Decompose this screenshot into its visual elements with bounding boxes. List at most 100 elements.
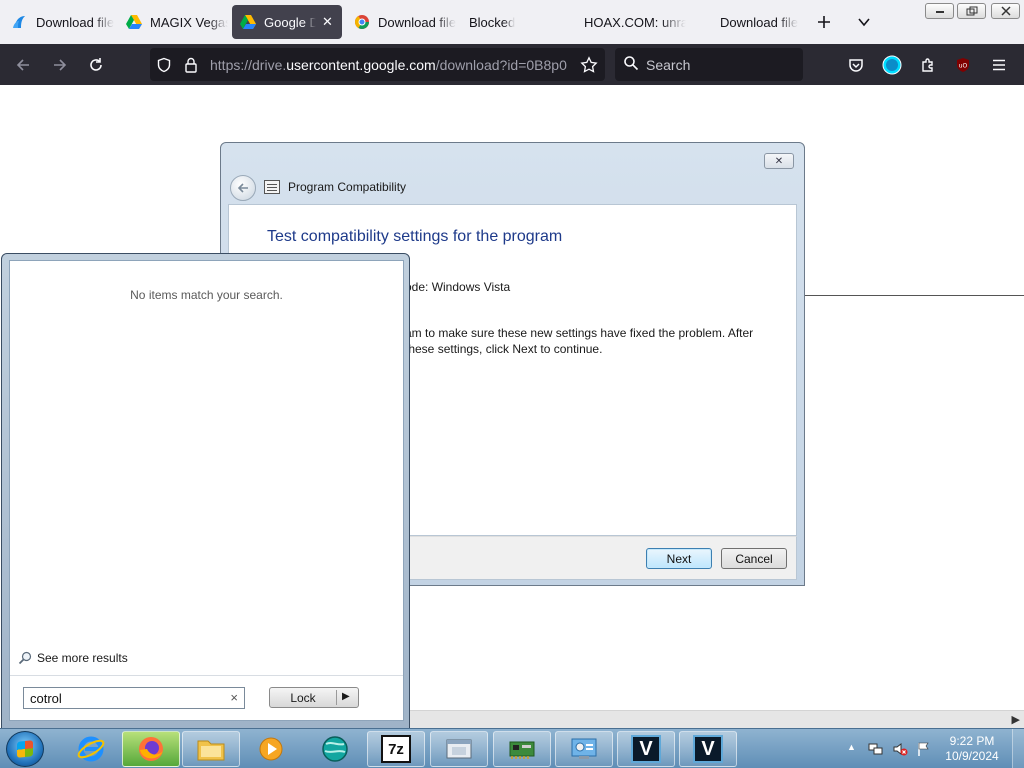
dialog-heading: Test compatibility settings for the prog… bbox=[267, 228, 563, 245]
url-prefix: https://drive. bbox=[210, 57, 287, 73]
taskbar-media-player[interactable] bbox=[242, 731, 300, 767]
back-button[interactable] bbox=[10, 52, 36, 78]
tab-label: Blocked bbox=[469, 14, 516, 30]
firefox-icon bbox=[139, 737, 163, 761]
network-status-icon[interactable] bbox=[868, 741, 884, 760]
browser-globe-icon bbox=[322, 736, 348, 762]
search-placeholder: Search bbox=[646, 57, 691, 73]
tab-label: MAGIX Vegas bbox=[150, 14, 228, 30]
start-button[interactable] bbox=[6, 731, 44, 767]
action-center-flag-icon[interactable] bbox=[916, 741, 932, 760]
chevron-down-icon bbox=[858, 18, 870, 27]
app-menu-button[interactable] bbox=[986, 52, 1012, 78]
tab-download-file-3[interactable]: Download file bbox=[712, 5, 812, 39]
plus-icon bbox=[818, 16, 830, 28]
close-icon bbox=[1000, 6, 1011, 16]
taskbar: 7z V V ▲ 9:22 PM 10/9/2024 bbox=[0, 728, 1024, 768]
taskbar-control-panel[interactable] bbox=[555, 731, 613, 767]
minimize-icon bbox=[935, 11, 944, 13]
cancel-button[interactable]: Cancel bbox=[721, 548, 787, 569]
dialog-back-button[interactable] bbox=[230, 175, 256, 201]
clock-date: 10/9/2024 bbox=[945, 749, 999, 763]
browser-tab-strip: Download file MAGIX Vegas Google Drive ✕… bbox=[0, 0, 1024, 44]
start-menu-divider bbox=[10, 675, 403, 676]
taskbar-browser-globe[interactable] bbox=[306, 731, 364, 767]
tab-blocked[interactable]: Blocked bbox=[460, 5, 570, 39]
show-desktop-button[interactable] bbox=[1012, 729, 1024, 768]
tab-download-file-2[interactable]: Download file bbox=[346, 5, 456, 39]
lock-button[interactable]: Lock ▶ bbox=[269, 687, 359, 708]
dialog-close-button[interactable]: ✕ bbox=[764, 153, 794, 169]
volume-muted-icon[interactable] bbox=[892, 741, 908, 760]
pocket-button[interactable] bbox=[843, 52, 869, 78]
start-menu-results-panel: No items match your search. See more res… bbox=[9, 260, 404, 721]
extensions-button[interactable] bbox=[915, 52, 941, 78]
instructions-line-1: am to make sure these new settings have … bbox=[405, 326, 754, 340]
horizontal-scrollbar[interactable]: ▶ bbox=[410, 710, 1024, 728]
scroll-right-arrow-icon[interactable]: ▶ bbox=[1012, 713, 1020, 726]
lock-icon[interactable] bbox=[181, 55, 201, 75]
power-options-arrow-icon[interactable]: ▶ bbox=[342, 691, 350, 702]
taskbar-vegas-1[interactable]: V bbox=[617, 731, 675, 767]
see-more-results-link[interactable]: See more results bbox=[18, 651, 128, 665]
minimize-button[interactable] bbox=[925, 3, 954, 19]
lock-button-separator bbox=[336, 690, 337, 705]
chrome-favicon bbox=[354, 14, 370, 30]
network-card-icon bbox=[509, 741, 535, 759]
bookmark-star-icon[interactable] bbox=[579, 55, 599, 75]
compat-mode-text: ode: Windows Vista bbox=[405, 280, 511, 294]
ublock-origin-button[interactable]: uO bbox=[950, 52, 976, 78]
reload-button[interactable] bbox=[83, 52, 109, 78]
no-results-message: No items match your search. bbox=[130, 288, 283, 302]
tab-magix-vegas[interactable]: MAGIX Vegas bbox=[118, 5, 228, 39]
tab-label: Download file bbox=[378, 14, 456, 30]
url-host: usercontent.google.com bbox=[286, 57, 436, 73]
tab-download-file-1[interactable]: Download file bbox=[4, 5, 114, 39]
vegas-icon: V bbox=[693, 735, 723, 763]
account-avatar-icon bbox=[882, 55, 902, 75]
taskbar-network-card[interactable] bbox=[493, 731, 551, 767]
google-drive-favicon bbox=[126, 14, 142, 30]
close-window-button[interactable] bbox=[991, 3, 1020, 19]
vegas-icon: V bbox=[631, 735, 661, 763]
search-icon bbox=[18, 651, 32, 665]
lock-button-label: Lock bbox=[290, 691, 316, 705]
start-menu: No items match your search. See more res… bbox=[1, 253, 410, 729]
close-tab-icon[interactable]: ✕ bbox=[322, 14, 333, 30]
new-tab-button[interactable] bbox=[812, 10, 836, 34]
clear-search-icon[interactable]: × bbox=[230, 690, 238, 705]
account-button[interactable] bbox=[879, 52, 905, 78]
shield-icon[interactable] bbox=[154, 55, 174, 75]
clock-time: 9:22 PM bbox=[949, 734, 995, 748]
url-text[interactable]: https://drive.usercontent.google.com/dow… bbox=[210, 57, 572, 73]
close-icon: ✕ bbox=[774, 155, 784, 167]
taskbar-firefox[interactable] bbox=[122, 731, 180, 767]
taskbar-internet-explorer[interactable] bbox=[62, 731, 120, 767]
see-more-results-label: See more results bbox=[37, 651, 128, 665]
tab-hoax-com[interactable]: HOAX.COM: unra bbox=[576, 5, 686, 39]
forward-button[interactable] bbox=[47, 52, 73, 78]
url-path: /download?id=0B8p0 bbox=[435, 57, 567, 73]
show-hidden-icons-arrow[interactable]: ▲ bbox=[847, 742, 856, 752]
tab-google-drive[interactable]: Google Drive ✕ bbox=[232, 5, 342, 39]
file-explorer-icon bbox=[197, 740, 225, 761]
svg-text:uO: uO bbox=[959, 63, 968, 70]
tab-label: HOAX.COM: unra bbox=[584, 14, 686, 30]
taskbar-window[interactable] bbox=[430, 731, 488, 767]
media-player-icon bbox=[259, 737, 283, 761]
puzzle-icon bbox=[922, 58, 933, 72]
taskbar-file-explorer[interactable] bbox=[182, 731, 240, 767]
next-button[interactable]: Next bbox=[646, 548, 712, 569]
taskbar-vegas-2[interactable]: V bbox=[679, 731, 737, 767]
list-all-tabs-button[interactable] bbox=[852, 10, 876, 34]
ublock-icon: uO bbox=[957, 58, 969, 72]
taskbar-7zip[interactable]: 7z bbox=[367, 731, 425, 767]
taskbar-clock[interactable]: 9:22 PM 10/9/2024 bbox=[940, 734, 1004, 764]
navigation-toolbar: https://drive.usercontent.google.com/dow… bbox=[0, 44, 1024, 85]
tab-label: Download file bbox=[720, 14, 799, 30]
start-search-input[interactable]: cotrol × bbox=[23, 687, 245, 709]
url-bar[interactable]: https://drive.usercontent.google.com/dow… bbox=[150, 48, 605, 81]
restore-button[interactable] bbox=[957, 3, 986, 19]
internet-explorer-icon bbox=[77, 736, 105, 762]
search-bar[interactable]: Search bbox=[615, 48, 803, 81]
